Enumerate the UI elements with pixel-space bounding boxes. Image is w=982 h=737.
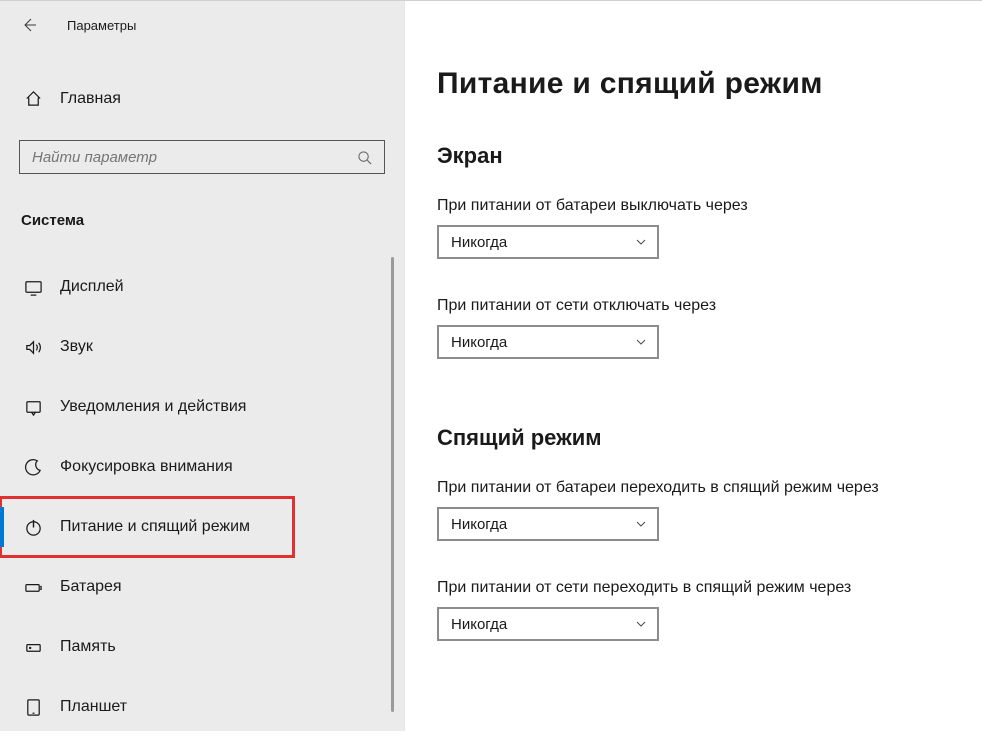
setting-screen-battery: При питании от батареи выключать через Н… [437,197,982,259]
sidebar-item-label: Питание и спящий режим [60,518,250,536]
tablet-icon [24,698,43,717]
sidebar-item-notifications[interactable]: Уведомления и действия [0,377,404,437]
nav-list: Дисплей Звук Уведомления и действия Фоку… [0,257,404,737]
page-title: Питание и спящий режим [437,67,982,101]
sidebar-item-label: Уведомления и действия [60,398,246,416]
dropdown-screen-battery[interactable]: Никогда [437,225,659,259]
setting-screen-plugged: При питании от сети отключать через Нико… [437,297,982,359]
setting-label: При питании от батареи переходить в спящ… [437,479,982,497]
sound-icon [24,338,43,357]
setting-sleep-plugged: При питании от сети переходить в спящий … [437,579,982,641]
dropdown-sleep-plugged[interactable]: Никогда [437,607,659,641]
main-content: Питание и спящий режим Экран При питании… [405,1,982,731]
window-title: Параметры [67,18,136,33]
sidebar-item-label: Планшет [60,698,127,716]
sidebar-item-battery[interactable]: Батарея [0,557,404,617]
sidebar-item-sound[interactable]: Звук [0,317,404,377]
sidebar-item-label: Память [60,638,116,656]
setting-sleep-battery: При питании от батареи переходить в спящ… [437,479,982,541]
setting-label: При питании от сети отключать через [437,297,982,315]
chevron-down-icon [635,618,647,630]
chevron-down-icon [635,236,647,248]
back-button[interactable] [19,15,39,35]
home-label: Главная [60,90,121,108]
sidebar-item-label: Батарея [60,578,122,596]
search-input[interactable] [32,149,357,166]
dropdown-sleep-battery[interactable]: Никогда [437,507,659,541]
dropdown-screen-plugged[interactable]: Никогда [437,325,659,359]
dropdown-value: Никогда [451,334,507,351]
moon-icon [24,458,43,477]
chevron-down-icon [635,336,647,348]
section-heading-screen: Экран [437,143,982,169]
sidebar-item-storage[interactable]: Память [0,617,404,677]
storage-icon [24,638,43,657]
battery-icon [24,578,43,597]
sidebar-item-power[interactable]: Питание и спящий режим [0,497,294,557]
power-icon [24,518,43,537]
dropdown-value: Никогда [451,234,507,251]
dropdown-value: Никогда [451,616,507,633]
sidebar-item-display[interactable]: Дисплей [0,257,404,317]
home-icon [24,89,43,108]
sidebar-item-label: Дисплей [60,278,124,296]
search-icon [357,150,372,165]
sidebar-item-home[interactable]: Главная [0,77,404,120]
sidebar: Параметры Главная Система Дисплей Звук [0,1,405,731]
sidebar-item-label: Звук [60,338,93,356]
setting-label: При питании от батареи выключать через [437,197,982,215]
setting-label: При питании от сети переходить в спящий … [437,579,982,597]
search-box[interactable] [19,140,385,174]
sidebar-item-tablet[interactable]: Планшет [0,677,404,737]
chevron-down-icon [635,518,647,530]
category-title: Система [0,212,404,229]
sidebar-item-label: Фокусировка внимания [60,458,233,476]
sidebar-item-focus[interactable]: Фокусировка внимания [0,437,404,497]
notifications-icon [24,398,43,417]
dropdown-value: Никогда [451,516,507,533]
display-icon [24,278,43,297]
section-heading-sleep: Спящий режим [437,425,982,451]
titlebar: Параметры [0,1,404,49]
